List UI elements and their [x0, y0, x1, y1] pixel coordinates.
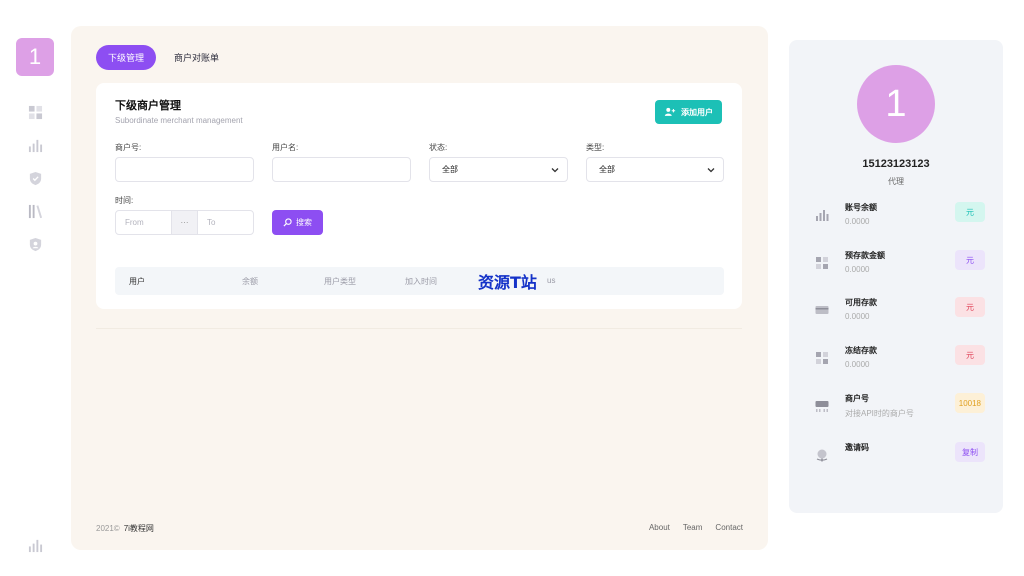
stat-badge: 元 [955, 202, 985, 222]
dashboard-icon[interactable] [27, 104, 43, 120]
status-label: 状态: [429, 143, 448, 152]
page-title: 下级商户管理 [115, 100, 181, 112]
profile-panel: 1 15123123123 代理 账号余额 0.0000 元 预存款金额 0.0… [789, 40, 1003, 513]
merchant-no-input[interactable] [115, 157, 254, 182]
globe-icon [815, 448, 829, 462]
date-range-separator: ··· [171, 211, 198, 234]
chevron-down-icon [551, 167, 559, 172]
status-select-value: 全部 [442, 165, 458, 174]
card-icon [815, 303, 829, 317]
status-select[interactable]: 全部 [429, 157, 568, 182]
stat-value: 对接API时的商户号 [845, 409, 914, 418]
watermark-text: 资源T站 [478, 273, 537, 292]
user-shield-icon[interactable] [27, 236, 43, 252]
tab-subordinates[interactable]: 下级管理 [96, 45, 157, 70]
date-to-input[interactable]: To [198, 211, 253, 234]
footer-copyright: 2021© 7i教程网 [96, 523, 154, 534]
stat-invite-code: 邀请码 复制 [789, 442, 1003, 482]
bar-chart-icon[interactable] [27, 137, 43, 153]
copyright-year: 2021© [96, 524, 120, 533]
bar-chart-icon [815, 208, 829, 222]
stat-value: 0.0000 [845, 217, 870, 226]
profile-role: 代理 [888, 177, 904, 186]
copy-invite-button[interactable]: 复制 [955, 442, 985, 462]
column-header-user[interactable]: 用户 [129, 276, 145, 287]
footer-link-contact[interactable]: Contact [715, 523, 743, 532]
username-input[interactable] [272, 157, 411, 182]
stat-frozen-deposit: 冻结存款 0.0000 元 [789, 345, 1003, 385]
type-select-value: 全部 [599, 165, 615, 174]
merchant-card: 下级商户管理 Subordinate merchant management 添… [96, 83, 742, 309]
footer-links: About Team Contact [649, 523, 743, 532]
stat-value: 0.0000 [845, 265, 870, 274]
type-select[interactable]: 全部 [586, 157, 724, 182]
search-button[interactable]: 搜索 [272, 210, 323, 235]
footer-link-about[interactable]: About [649, 523, 670, 532]
username-label: 用户名: [272, 143, 299, 152]
divider [96, 328, 742, 329]
column-header-join-time[interactable]: 加入时间 [405, 276, 437, 287]
stat-value: 0.0000 [845, 360, 870, 369]
date-from-input[interactable]: From [116, 211, 171, 234]
search-button-label: 搜索 [296, 218, 312, 227]
search-icon [283, 218, 292, 227]
shield-icon[interactable] [27, 170, 43, 186]
stat-title: 商户号 [845, 394, 869, 403]
app-page: 1 下级管理 商户对账单 下级商户管理 Subordinate merchant… [0, 0, 1024, 576]
stat-title: 冻结存款 [845, 346, 877, 355]
tab-statements[interactable]: 商户对账单 [162, 45, 231, 70]
terminal-icon [815, 399, 829, 413]
add-user-button[interactable]: 添加用户 [655, 100, 722, 124]
stat-merchant-id: 商户号 对接API时的商户号 10018 [789, 393, 1003, 433]
table-header: 用户 余额 用户类型 加入时间 us [115, 267, 724, 295]
stat-prepaid-amount: 预存款金额 0.0000 元 [789, 250, 1003, 290]
stat-value: 0.0000 [845, 312, 870, 321]
stat-title: 可用存款 [845, 298, 877, 307]
stat-badge: 元 [955, 297, 985, 317]
page-subtitle: Subordinate merchant management [115, 116, 243, 125]
main-content: 下级管理 商户对账单 下级商户管理 Subordinate merchant m… [71, 26, 768, 550]
stat-title: 邀请码 [845, 443, 869, 452]
profile-name: 15123123123 [862, 158, 930, 170]
type-label: 类型: [586, 143, 605, 152]
library-icon[interactable] [27, 203, 43, 219]
stat-badge: 10018 [954, 393, 985, 413]
grid-icon [815, 256, 829, 270]
column-header-status[interactable]: us [547, 276, 555, 285]
footer-link-team[interactable]: Team [683, 523, 703, 532]
profile-avatar: 1 [857, 65, 935, 143]
left-nav: 1 [0, 0, 70, 576]
stats-icon[interactable] [27, 537, 43, 553]
stat-title: 账号余额 [845, 203, 877, 212]
tab-bar: 下级管理 商户对账单 [96, 45, 231, 70]
add-user-label: 添加用户 [681, 107, 713, 117]
column-header-user-type[interactable]: 用户类型 [324, 276, 356, 287]
time-label: 时间: [115, 196, 134, 205]
stat-badge: 元 [955, 250, 985, 270]
merchant-no-label: 商户号: [115, 143, 142, 152]
add-user-icon [664, 107, 676, 116]
stat-badge: 元 [955, 345, 985, 365]
stat-title: 预存款金额 [845, 251, 885, 260]
avatar[interactable]: 1 [16, 38, 54, 76]
chevron-down-icon [707, 167, 715, 172]
column-header-balance[interactable]: 余额 [242, 276, 258, 287]
date-range-input: From ··· To [115, 210, 254, 235]
stat-available-deposit: 可用存款 0.0000 元 [789, 297, 1003, 337]
footer-site-link[interactable]: 7i教程网 [124, 524, 154, 533]
grid-icon [815, 351, 829, 365]
stat-account-balance: 账号余额 0.0000 元 [789, 202, 1003, 242]
